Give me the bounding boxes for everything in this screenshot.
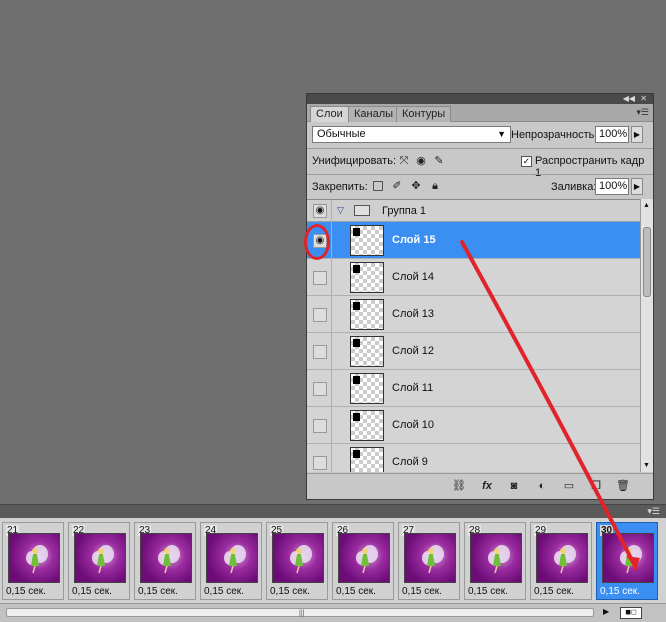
annotation-arrow [460,240,640,570]
